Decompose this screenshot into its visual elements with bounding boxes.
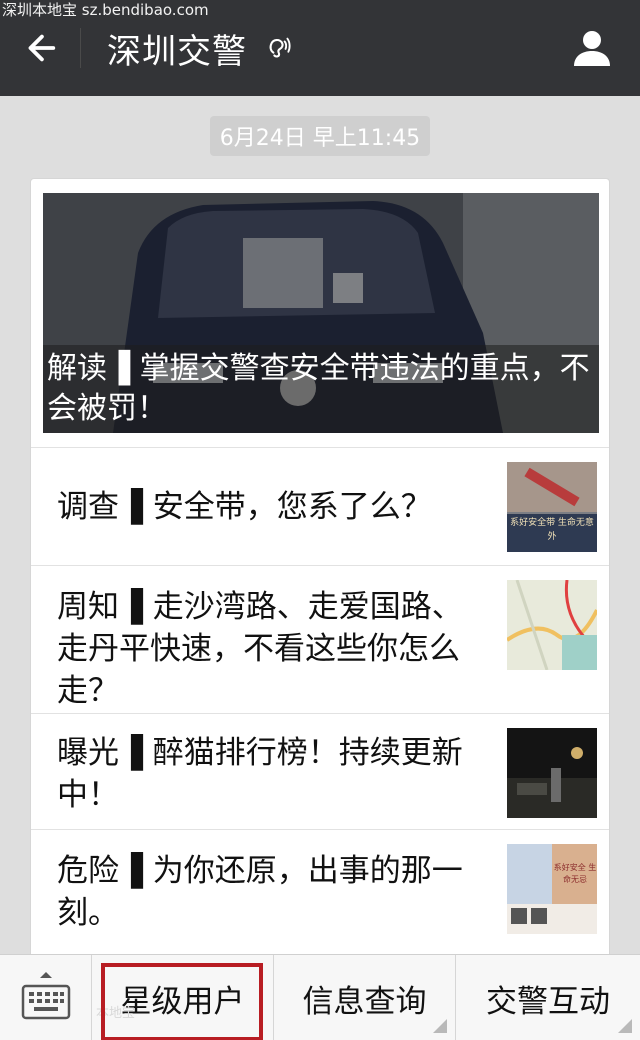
hero-caption: 解读▐ 掌握交警查安全带违法的重点，不会被罚！ bbox=[43, 345, 599, 433]
article-card: 解读▐ 掌握交警查安全带违法的重点，不会被罚！ 调查▐ 安全带，您系了么？ 系好… bbox=[30, 178, 610, 968]
article-item[interactable]: 曝光▐ 醉猫排行榜！持续更新中！ bbox=[31, 713, 609, 829]
menu-traffic-interaction[interactable]: 交警互动 bbox=[456, 955, 640, 1040]
profile-button[interactable] bbox=[570, 26, 614, 70]
article-thumbnail bbox=[507, 728, 597, 818]
submenu-indicator-icon bbox=[433, 1019, 447, 1033]
article-item[interactable]: 周知▐ 走沙湾路、走爱国路、走丹平快速，不看这些你怎么走？ bbox=[31, 565, 609, 713]
header-divider bbox=[80, 28, 81, 68]
article-title: 危险▐ 为你还原，出事的那一刻。 bbox=[57, 853, 463, 931]
thumbnail-caption: 系好安全带 生命无意外 bbox=[510, 518, 594, 542]
menu-info-query[interactable]: 信息查询 bbox=[274, 955, 456, 1040]
keyboard-icon bbox=[21, 972, 70, 1020]
hero-article[interactable]: 解读▐ 掌握交警查安全带违法的重点，不会被罚！ bbox=[43, 193, 599, 433]
article-thumbnail: 系好安全带 生命无意外 bbox=[507, 462, 597, 552]
top-watermark: 深圳本地宝 sz.bendibao.com bbox=[2, 1, 209, 19]
article-title: 曝光▐ 醉猫排行榜！持续更新中！ bbox=[57, 735, 463, 813]
article-thumbnail bbox=[507, 580, 597, 670]
bottom-menu-bar: 星级用户 信息查询 交警互动 bbox=[0, 954, 640, 1040]
ear-mode-icon[interactable] bbox=[265, 33, 295, 63]
back-arrow-icon bbox=[28, 34, 56, 62]
thumbnail-caption: 系好安全 生命无忌 bbox=[553, 863, 597, 884]
keyboard-toggle-button[interactable] bbox=[0, 955, 92, 1040]
highlight-box bbox=[101, 963, 263, 1040]
person-icon bbox=[574, 31, 610, 66]
menu-label: 交警互动 bbox=[486, 983, 610, 1020]
submenu-indicator-icon bbox=[618, 1019, 632, 1033]
article-item[interactable]: 危险▐ 为你还原，出事的那一刻。 系好安全 生命无忌 bbox=[31, 829, 609, 967]
article-title: 周知▐ 走沙湾路、走爱国路、走丹平快速，不看这些你怎么走？ bbox=[57, 589, 463, 709]
article-item[interactable]: 调查▐ 安全带，您系了么？ 系好安全带 生命无意外 bbox=[31, 447, 609, 565]
menu-label: 信息查询 bbox=[302, 983, 427, 1020]
article-title: 调查▐ 安全带，您系了么？ bbox=[57, 489, 432, 525]
page-title: 深圳交警 bbox=[107, 31, 247, 72]
message-timestamp: 6月24日 早上11:45 bbox=[210, 116, 430, 156]
article-thumbnail: 系好安全 生命无忌 bbox=[507, 844, 597, 934]
